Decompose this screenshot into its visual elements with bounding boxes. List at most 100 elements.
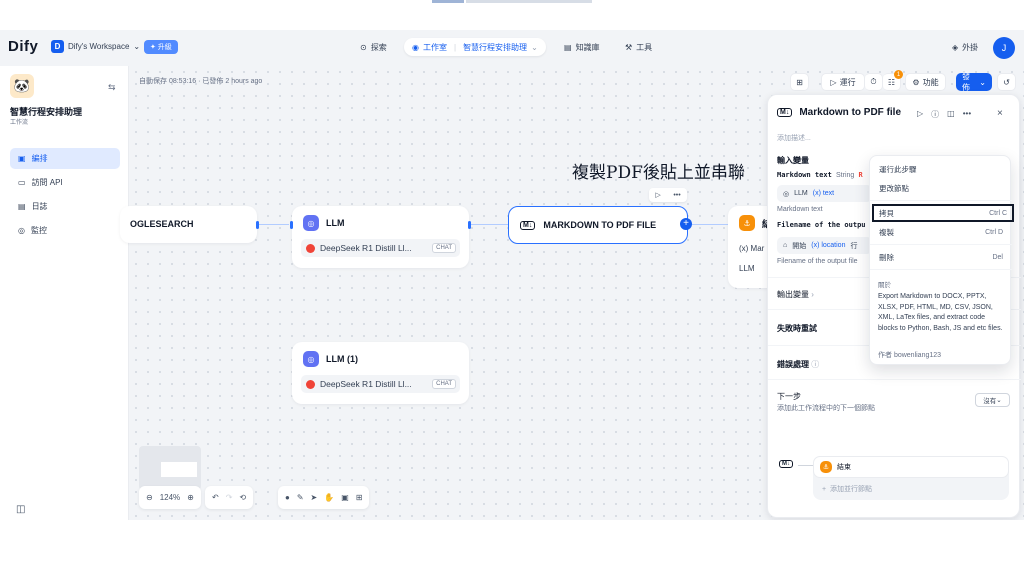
collapse-toggle-icon[interactable]: ⇆ <box>108 82 116 93</box>
input-vars-heading: 輸入變量 <box>777 156 809 165</box>
autosave-status: 自動保存 08:53:16 · 已發佈 2 hours ago <box>139 78 263 85</box>
handle-search-out[interactable] <box>256 221 259 229</box>
play-icon[interactable]: ▷ <box>917 109 923 120</box>
redo-icon[interactable]: ↷ <box>226 493 233 502</box>
history-icon: ↺ <box>1003 77 1010 87</box>
minimap[interactable] <box>139 446 201 490</box>
llm1-model-badge: DeepSeek R1 Distill Ll... CHAT <box>301 375 460 393</box>
nav-tools[interactable]: ⚒ 工具 <box>625 38 652 56</box>
version-history-button[interactable]: ↺ <box>997 73 1016 91</box>
checklist-button[interactable]: ☷ 1 <box>883 70 903 91</box>
author-label: 作者 bowenliang123 <box>878 352 942 359</box>
user-avatar[interactable]: J <box>993 37 1015 59</box>
next-node-end[interactable]: ⚓ 結束 <box>813 456 1009 478</box>
zoom-out-icon[interactable]: ⊖ <box>146 493 153 502</box>
dify-app: Dify D Dify's Workspace ⌄ ✦ 升級 ⊙ 探索 ◉ 工作室… <box>0 30 1024 520</box>
logs-icon: ▤ <box>18 202 26 211</box>
panel-toggle-icon[interactable]: ◫ <box>16 504 25 515</box>
monitor-icon: ◎ <box>18 226 25 235</box>
book-icon[interactable]: ◫ <box>947 109 955 120</box>
hand-icon[interactable]: ✋ <box>324 493 334 502</box>
add-block-icon[interactable]: ● <box>285 493 290 502</box>
retry-label: 失敗時重試 <box>777 324 817 333</box>
handle-llm-in[interactable] <box>290 221 293 229</box>
play-icon: ▷ <box>830 77 837 87</box>
more-icon[interactable]: ••• <box>673 192 680 199</box>
sidebar-item-orchestrate[interactable]: ▣ 編排 <box>10 148 120 169</box>
sidebar-item-logs[interactable]: ▤ 日誌 <box>10 196 120 217</box>
home-icon: ⌂ <box>783 242 788 249</box>
node-markdown-to-pdf[interactable]: M↓ MARKDOWN TO PDF FILE <box>508 206 688 244</box>
sidebar-item-monitor[interactable]: ◎ 監控 <box>10 220 120 241</box>
undo-redo-bar: ↶ ↷ ⟲ <box>205 486 254 509</box>
next-step-desc: 添加此工作流程中的下一個節點 <box>777 405 875 412</box>
layout-icon[interactable]: ⊞ <box>356 493 363 502</box>
plugins-link[interactable]: ◈ 外掛 <box>952 42 978 53</box>
edge-markdown-end <box>692 224 728 225</box>
menu-duplicate[interactable]: 複製 Ctrl D <box>874 224 1008 240</box>
features-button[interactable]: ⚙ 功能 <box>905 73 946 91</box>
add-parallel-node-button[interactable]: + 添加並行節點 <box>822 484 872 494</box>
deepseek-icon <box>306 379 315 389</box>
nav-studio[interactable]: ◉ 工作室 | 智慧行程安排助理 ⌄ <box>404 38 546 56</box>
app-type: 工作流 <box>10 120 29 126</box>
sidebar-item-api[interactable]: ▭ 訪問 API <box>10 172 120 193</box>
studio-icon: ◉ <box>412 42 419 52</box>
end-var-row: LLM <box>739 264 755 273</box>
info-icon[interactable]: ⓘ <box>931 109 939 120</box>
current-app-name[interactable]: 智慧行程安排助理 <box>463 42 527 53</box>
markdown-icon: M↓ <box>777 108 793 117</box>
markdown-text-input[interactable]: ◎ LLM (x) text <box>777 185 872 202</box>
hammer-icon: ⚒ <box>625 42 633 52</box>
deepseek-icon <box>306 243 315 253</box>
publish-button[interactable]: 發佈 ⌄ <box>956 72 992 92</box>
node-search[interactable]: OGLESEARCH <box>120 206 257 243</box>
zoom-in-icon[interactable]: ⊕ <box>187 493 194 502</box>
undo-icon[interactable]: ↶ <box>212 493 219 502</box>
llm-icon: ◎ <box>783 190 790 198</box>
menu-run-step[interactable]: 運行此步驟 <box>874 161 1008 177</box>
run-button[interactable]: ▷ 運行 <box>821 73 865 91</box>
env-button[interactable]: ⊞ <box>790 73 809 91</box>
app-icon: 🐼 <box>10 74 34 98</box>
zoom-level[interactable]: 124% <box>160 493 180 502</box>
output-vars-toggle[interactable]: 輸出變量 › <box>777 289 814 300</box>
export-image-icon[interactable]: ▣ <box>341 493 349 502</box>
book-icon: ▤ <box>564 42 572 52</box>
more-icon[interactable]: ••• <box>963 109 971 120</box>
node-mini-actions[interactable]: ▷ ••• <box>649 188 687 202</box>
history-icon[interactable]: ⟲ <box>239 493 246 502</box>
description-input[interactable]: 添加描述... <box>777 133 811 143</box>
llm-icon: ◎ <box>303 351 319 367</box>
menu-delete[interactable]: 刪除 Del <box>874 249 1008 265</box>
node-llm-1[interactable]: ◎ LLM (1) DeepSeek R1 Distill Ll... CHAT <box>292 342 469 404</box>
param-markdown-text: Markdown text String R <box>777 171 863 179</box>
plugin-icon: ◈ <box>952 43 959 52</box>
filename-input[interactable]: ⌂ 開始 (x) location 行 <box>777 237 872 254</box>
canvas-tools-bar: ● ✎ ➤ ✋ ▣ ⊞ <box>278 486 370 509</box>
menu-copy[interactable]: 拷貝 Ctrl C <box>872 204 1014 222</box>
history-button[interactable]: ⏱ <box>865 73 883 91</box>
error-handling-select[interactable]: 沒有 ⌄ <box>975 393 1010 407</box>
dify-logo[interactable]: Dify <box>8 38 38 55</box>
nav-explore[interactable]: ⊙ 探索 <box>360 38 387 56</box>
add-next-node-icon[interactable]: + <box>680 218 692 230</box>
markdown-text-desc: Markdown text <box>777 206 823 213</box>
play-icon[interactable]: ▷ <box>655 191 660 199</box>
close-icon[interactable]: × <box>997 108 1003 119</box>
chat-tag: CHAT <box>432 379 456 389</box>
node-search-title: OGLESEARCH <box>130 219 194 229</box>
checklist-icon: ☷ <box>887 77 896 87</box>
workspace-switcher[interactable]: D Dify's Workspace ⌄ <box>51 40 140 53</box>
zoom-control[interactable]: ⊖ 124% ⊕ <box>139 486 201 509</box>
upgrade-button[interactable]: ✦ 升級 <box>144 40 178 54</box>
node-llm1-title: LLM (1) <box>326 354 358 364</box>
nav-knowledge[interactable]: ▤ 知識庫 <box>564 38 600 56</box>
menu-change-node[interactable]: 更改節點 <box>874 180 1008 196</box>
llm-model-badge: DeepSeek R1 Distill Ll... CHAT <box>301 239 460 257</box>
note-icon[interactable]: ✎ <box>297 493 304 502</box>
node-llm[interactable]: ◎ LLM DeepSeek R1 Distill Ll... CHAT <box>292 206 469 268</box>
pointer-icon[interactable]: ➤ <box>311 493 318 502</box>
handle-llm-out[interactable] <box>468 221 471 229</box>
panel-title[interactable]: Markdown to PDF file <box>799 107 901 118</box>
